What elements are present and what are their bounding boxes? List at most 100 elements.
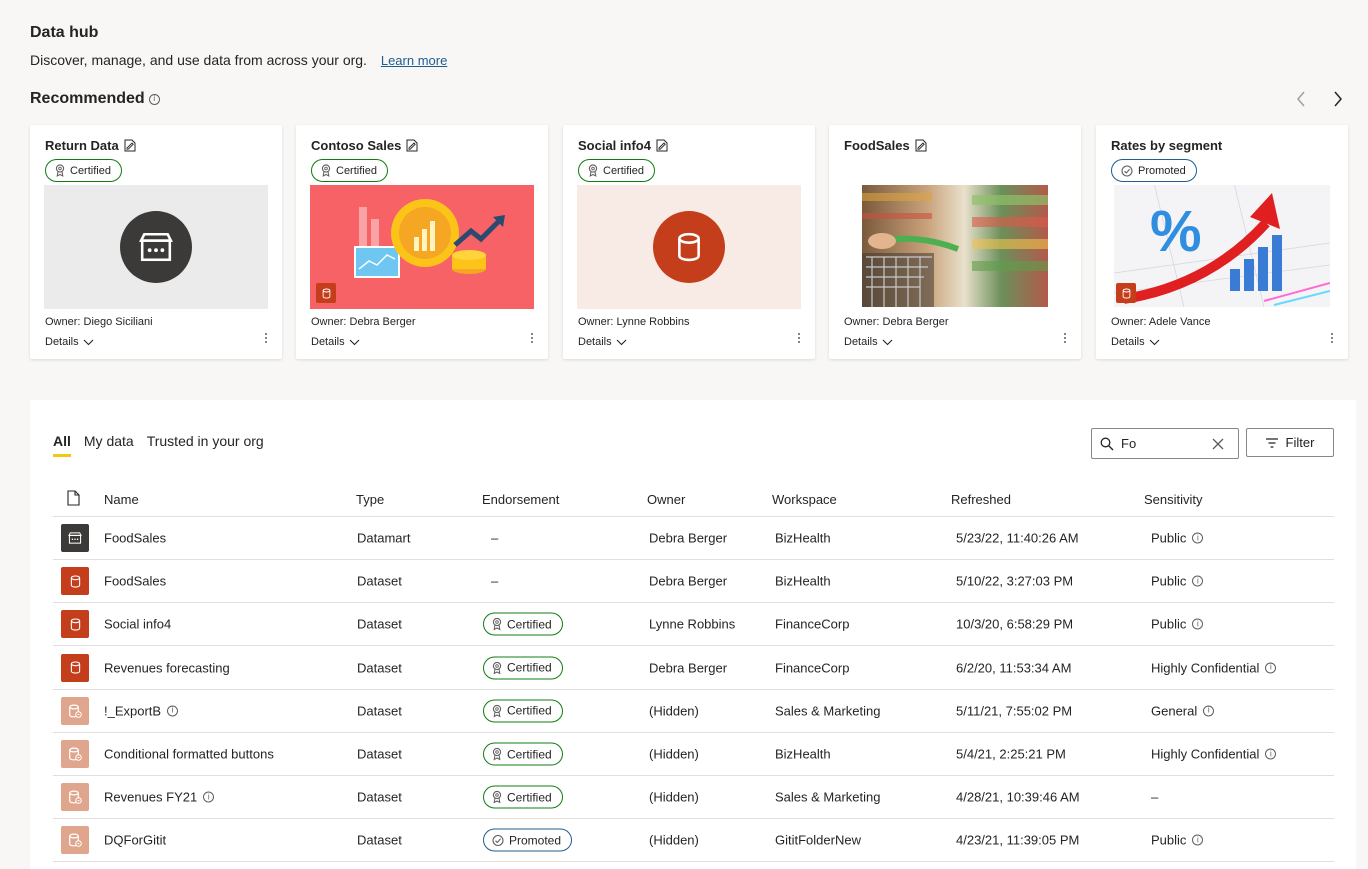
certified-badge: Certified: [483, 699, 563, 723]
column-header-refreshed[interactable]: Refreshed: [951, 492, 1011, 507]
details-toggle[interactable]: Details: [1111, 336, 1160, 348]
card-thumbnail[interactable]: [310, 185, 534, 309]
details-toggle[interactable]: Details: [45, 336, 94, 348]
item-name[interactable]: FoodSales: [104, 531, 166, 546]
info-icon[interactable]: i: [1192, 532, 1204, 544]
promoted-icon: [492, 834, 504, 846]
item-name[interactable]: Revenues FY21: [104, 790, 197, 805]
item-workspace[interactable]: Sales & Marketing: [775, 703, 881, 718]
card-owner: Owner: Debra Berger: [844, 316, 949, 328]
item-workspace[interactable]: Sales & Marketing: [775, 790, 881, 805]
details-toggle[interactable]: Details: [578, 336, 627, 348]
card-thumbnail[interactable]: %: [1110, 185, 1334, 309]
info-icon[interactable]: i: [1192, 834, 1204, 846]
search-box[interactable]: [1091, 428, 1239, 459]
more-options-icon[interactable]: [528, 330, 536, 346]
carousel-prev-button[interactable]: [1290, 88, 1312, 110]
table-row[interactable]: Revenues FY21 i Dataset Certified (Hidden…: [53, 776, 1334, 820]
details-label: Details: [578, 336, 612, 348]
certified-badge: Certified: [483, 742, 563, 766]
column-header-sensitivity[interactable]: Sensitivity: [1144, 492, 1203, 507]
tab-all[interactable]: All: [53, 433, 71, 457]
item-type: Dataset: [357, 660, 402, 676]
card-title[interactable]: Contoso Sales: [311, 138, 418, 153]
info-icon[interactable]: i: [167, 705, 179, 717]
carousel-next-button[interactable]: [1327, 88, 1349, 110]
table-row[interactable]: Social info4 Dataset Certified Lynne Rob…: [53, 603, 1334, 647]
item-workspace[interactable]: FinanceCorp: [775, 660, 849, 675]
card-thumbnail[interactable]: [44, 185, 268, 309]
badge-label: Certified: [70, 164, 111, 177]
recommended-card[interactable]: FoodSales Owner: Debra Berger Details: [829, 125, 1081, 359]
item-owner: Debra Berger: [649, 660, 728, 676]
learn-more-link[interactable]: Learn more: [381, 53, 447, 68]
item-refreshed: 5/23/22, 11:40:26 AM: [956, 530, 1079, 546]
item-name[interactable]: !_ExportB: [104, 703, 161, 718]
recommended-card[interactable]: Social info4 Certified Owner: Lynne Robb…: [563, 125, 815, 359]
item-workspace[interactable]: BizHealth: [775, 574, 831, 589]
table-row[interactable]: FoodSales Datamart – Debra Berger BizHea…: [53, 517, 1334, 560]
certified-icon: [321, 164, 331, 177]
shared-dataset-icon: [69, 833, 82, 848]
card-title[interactable]: Return Data: [45, 138, 136, 153]
item-workspace[interactable]: BizHealth: [775, 747, 831, 762]
tab-trusted[interactable]: Trusted in your org: [147, 433, 264, 457]
filter-icon: [1265, 437, 1278, 448]
clear-icon[interactable]: [1212, 438, 1224, 450]
card-title[interactable]: Rates by segment: [1111, 138, 1222, 153]
tab-my-data[interactable]: My data: [84, 433, 134, 457]
item-workspace[interactable]: FinanceCorp: [775, 617, 849, 632]
info-icon[interactable]: i: [1265, 662, 1277, 674]
info-icon[interactable]: i: [1192, 575, 1204, 587]
search-input[interactable]: [1121, 436, 1205, 451]
item-name[interactable]: DQForGitit: [104, 833, 166, 848]
column-header-type[interactable]: Type: [356, 492, 384, 507]
table-row[interactable]: FoodSales Dataset – Debra Berger BizHeal…: [53, 560, 1334, 604]
datamart-icon: [139, 232, 173, 262]
table-row[interactable]: Conditional formatted buttons Dataset Ce…: [53, 733, 1334, 776]
column-header-name[interactable]: Name: [104, 492, 139, 507]
certified-badge: Certified: [483, 612, 563, 636]
more-options-icon[interactable]: [795, 330, 803, 346]
item-name[interactable]: Conditional formatted buttons: [104, 747, 274, 762]
details-toggle[interactable]: Details: [311, 336, 360, 348]
card-thumbnail[interactable]: [843, 185, 1067, 309]
card-title[interactable]: Social info4: [578, 138, 668, 153]
endorsement-empty: –: [491, 530, 499, 546]
datamart-icon: [68, 532, 82, 544]
item-type: Dataset: [357, 789, 402, 805]
table-row[interactable]: DQForGitit Dataset Promoted (Hidden) Git…: [53, 819, 1334, 863]
details-toggle[interactable]: Details: [844, 336, 893, 348]
more-options-icon[interactable]: [1061, 330, 1069, 346]
recommended-card[interactable]: Rates by segment Promoted % Owner: Adele…: [1096, 125, 1348, 359]
table-row[interactable]: !_ExportB i Dataset Certified (Hidden) Sa…: [53, 690, 1334, 733]
info-icon[interactable]: i: [1192, 618, 1204, 630]
card-title[interactable]: FoodSales: [844, 138, 927, 153]
column-header-endorsement[interactable]: Endorsement: [482, 492, 559, 507]
card-title-text: Rates by segment: [1111, 138, 1223, 153]
column-header-workspace[interactable]: Workspace: [772, 492, 837, 507]
card-thumbnail[interactable]: [577, 185, 801, 309]
column-header-owner[interactable]: Owner: [647, 492, 685, 507]
filter-button[interactable]: Filter: [1246, 428, 1334, 457]
card-owner: Owner: Debra Berger: [311, 316, 416, 328]
more-options-icon[interactable]: [262, 330, 270, 346]
item-owner: (Hidden): [649, 746, 699, 762]
item-name[interactable]: FoodSales: [104, 574, 166, 589]
table-row[interactable]: Revenues forecasting Dataset Certified D…: [53, 647, 1334, 690]
recommended-card[interactable]: Return Data Certified Owner: Diego Sicil…: [30, 125, 282, 359]
item-workspace[interactable]: BizHealth: [775, 531, 831, 546]
item-workspace[interactable]: GititFolderNew: [775, 833, 861, 848]
info-icon[interactable]: i: [1265, 748, 1277, 760]
item-name[interactable]: Revenues forecasting: [104, 660, 230, 675]
card-title-text: Contoso Sales: [311, 138, 402, 153]
item-name[interactable]: Social info4: [104, 617, 171, 632]
promoted-badge: Promoted: [1111, 159, 1197, 182]
more-options-icon[interactable]: [1328, 330, 1336, 346]
info-icon[interactable]: i: [148, 93, 160, 105]
recommended-card[interactable]: Contoso Sales Certified Owner: Debra Ber…: [296, 125, 548, 359]
item-refreshed: 4/28/21, 10:39:46 AM: [956, 789, 1080, 805]
info-icon[interactable]: i: [203, 791, 215, 803]
endorsement-label: Certified: [507, 703, 552, 718]
info-icon[interactable]: i: [1203, 705, 1215, 717]
